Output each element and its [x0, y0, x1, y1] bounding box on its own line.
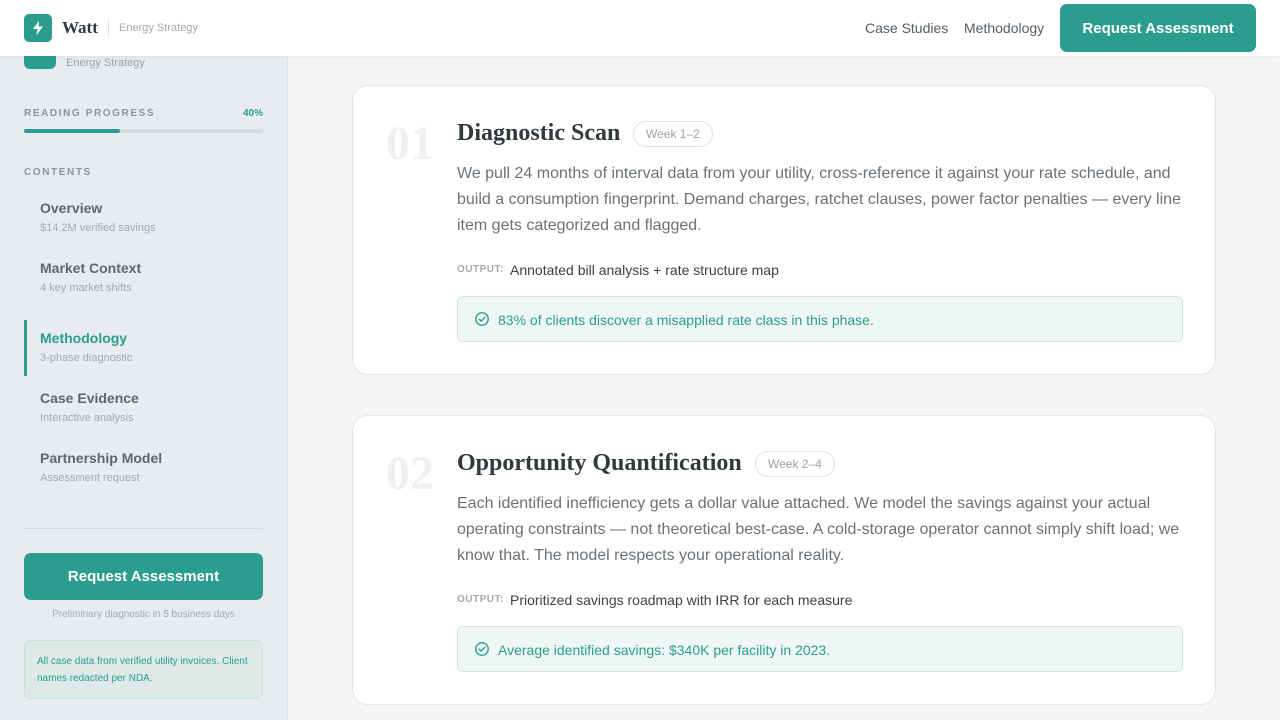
phase-number: 02 [386, 447, 434, 500]
toc-item-subtitle: Interactive analysis [40, 412, 134, 424]
reading-progress-fill [24, 129, 120, 133]
toc-item-partnership-model[interactable]: Partnership Model Assessment request [24, 440, 263, 496]
output-label: OUTPUT: [457, 594, 504, 605]
brand-name[interactable]: Watt [62, 18, 98, 38]
phase-number: 01 [386, 117, 434, 170]
brand-tagline: Energy Strategy [119, 22, 198, 34]
callout-text: 83% of clients discover a misapplied rat… [498, 312, 874, 328]
sidebar: Energy Strategy READING PROGRESS 40% CON… [0, 0, 288, 720]
callout-text: Average identified savings: $340K per fa… [498, 642, 831, 658]
phase-week-badge: Week 2–4 [755, 451, 835, 477]
check-circle-icon [475, 312, 489, 326]
phase-title: Opportunity Quantification [457, 450, 742, 476]
toc-item-title: Market Context [40, 260, 142, 276]
top-nav-bar: Watt Energy Strategy Case Studies Method… [0, 0, 1280, 56]
toc-item-subtitle: $14.2M verified savings [40, 222, 156, 234]
check-circle-icon [475, 642, 489, 656]
sidebar-cta-note: Preliminary diagnostic in 5 business day… [52, 609, 235, 620]
toc-item-case-evidence[interactable]: Case Evidence Interactive analysis [24, 380, 263, 436]
phase-callout: Average identified savings: $340K per fa… [457, 626, 1183, 672]
phase-week-badge: Week 1–2 [633, 121, 713, 147]
data-disclaimer: All case data from verified utility invo… [24, 640, 263, 699]
reading-progress-label: READING PROGRESS [24, 108, 156, 119]
sidebar-tagline: Energy Strategy [66, 57, 145, 69]
nav-case-studies[interactable]: Case Studies [865, 20, 948, 36]
reading-progress-value: 40% [243, 108, 264, 119]
phase-card-opportunity-quantification: 02 Opportunity Quantification Week 2–4 E… [352, 415, 1216, 705]
output-value: Annotated bill analysis + rate structure… [510, 262, 779, 278]
toc-item-title: Case Evidence [40, 390, 139, 406]
toc-item-title: Methodology [40, 330, 128, 346]
contents-label: CONTENTS [24, 167, 92, 178]
toc-item-subtitle: Assessment request [40, 472, 140, 484]
header-request-assessment-button[interactable]: Request Assessment [1060, 4, 1256, 52]
toc-item-overview[interactable]: Overview $14.2M verified savings [24, 190, 263, 246]
toc-item-market-context[interactable]: Market Context 4 key market shifts [24, 250, 263, 306]
phase-card-diagnostic-scan: 01 Diagnostic Scan Week 1–2 We pull 24 m… [352, 85, 1216, 375]
toc-item-title: Partnership Model [40, 450, 163, 466]
nav-methodology[interactable]: Methodology [964, 20, 1044, 36]
sidebar-divider [24, 528, 263, 529]
toc-item-subtitle: 4 key market shifts [40, 282, 132, 294]
output-value: Prioritized savings roadmap with IRR for… [510, 592, 853, 608]
phase-description: Each identified inefficiency gets a doll… [457, 495, 1180, 564]
phase-callout: 83% of clients discover a misapplied rat… [457, 296, 1183, 342]
reading-progress-bar [24, 129, 263, 133]
bolt-icon[interactable] [24, 14, 52, 42]
phase-title: Diagnostic Scan [457, 120, 621, 146]
toc-item-subtitle: 3-phase diagnostic [40, 352, 133, 364]
output-label: OUTPUT: [457, 264, 504, 275]
toc-item-methodology[interactable]: Methodology 3-phase diagnostic [24, 320, 263, 376]
sidebar-request-assessment-button[interactable]: Request Assessment [24, 553, 263, 600]
toc-item-title: Overview [40, 200, 103, 216]
phase-description: We pull 24 months of interval data from … [457, 165, 1181, 234]
brand-divider [108, 20, 109, 36]
